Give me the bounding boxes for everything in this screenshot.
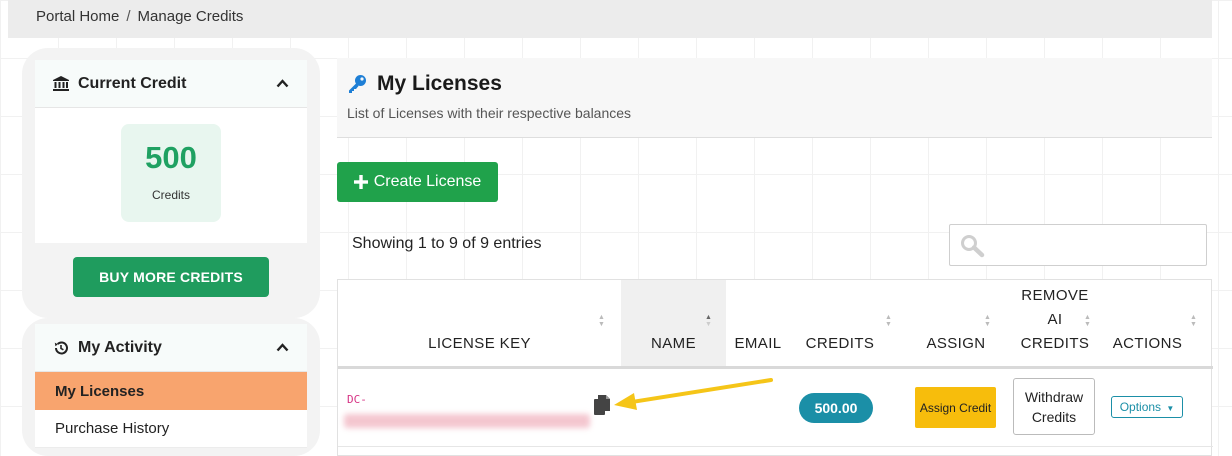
my-activity-title: My Activity xyxy=(78,338,162,356)
col-header-actions[interactable]: ACTIONS xyxy=(1102,280,1193,368)
current-credit-title: Current Credit xyxy=(78,74,187,92)
sort-icon: ▲ ▼ xyxy=(1190,314,1197,328)
chevron-up-icon[interactable] xyxy=(276,343,289,352)
withdraw-credits-button[interactable]: Withdraw Credits xyxy=(1013,378,1095,435)
buy-more-credits-button[interactable]: BUY MORE CREDITS xyxy=(73,257,269,297)
credit-balance-value: 500 xyxy=(145,140,197,175)
breadcrumb: Portal Home / Manage Credits xyxy=(8,0,1212,38)
create-license-label: Create License xyxy=(373,173,482,190)
sort-icon: ▲ ▼ xyxy=(984,314,991,328)
license-key-prefix: DC- xyxy=(347,393,367,406)
my-activity-card: My Activity My Licenses Purchase History xyxy=(22,318,320,456)
entries-info: Showing 1 to 9 of 9 entries xyxy=(352,235,542,252)
search-input[interactable] xyxy=(949,224,1207,266)
bank-icon xyxy=(53,76,69,91)
credit-balance-box: 500 Credits xyxy=(121,124,221,222)
licenses-table: LICENSE KEY ▲ ▼ NAME ▲ ▼ EMAIL CREDITS ▲ ▼ … xyxy=(337,279,1213,456)
key-icon xyxy=(347,74,367,94)
my-activity-header[interactable]: My Activity xyxy=(35,324,307,372)
sidebar-item-my-licenses[interactable]: My Licenses xyxy=(35,372,307,410)
table-header-divider xyxy=(338,366,1213,369)
history-icon xyxy=(53,340,69,356)
breadcrumb-current: Manage Credits xyxy=(137,8,244,25)
sidebar-item-purchase-history[interactable]: Purchase History xyxy=(35,410,307,448)
table-row-divider xyxy=(338,446,1213,447)
page-header: My Licenses List of Licenses with their … xyxy=(337,58,1212,138)
chevron-up-icon[interactable] xyxy=(276,79,289,88)
col-header-assign[interactable]: ASSIGN xyxy=(904,280,1008,368)
page-title: My Licenses xyxy=(377,72,502,95)
breadcrumb-separator: / xyxy=(126,8,131,25)
sort-icon: ▲ ▼ xyxy=(1084,314,1091,328)
license-key-redacted xyxy=(344,414,590,428)
assign-credit-button[interactable]: Assign Credit xyxy=(915,387,996,428)
sort-icon: ▲ ▼ xyxy=(885,314,892,328)
credit-balance-unit: Credits xyxy=(151,188,190,202)
credits-badge: 500.00 xyxy=(799,393,873,423)
current-credit-header[interactable]: Current Credit xyxy=(35,60,307,108)
copy-icon[interactable] xyxy=(594,395,610,415)
col-header-license-key[interactable]: LICENSE KEY xyxy=(338,280,621,368)
plus-icon xyxy=(353,175,368,189)
caret-down-icon: ▼ xyxy=(1166,404,1175,413)
my-activity-panel: My Activity My Licenses Purchase History xyxy=(35,324,307,448)
search-icon xyxy=(960,234,986,258)
create-license-button[interactable]: Create License xyxy=(337,162,498,202)
options-dropdown[interactable]: Options ▼ xyxy=(1111,396,1183,418)
page-subtitle: List of Licenses with their respective b… xyxy=(347,105,632,121)
sort-icon: ▲ ▼ xyxy=(598,314,605,328)
breadcrumb-home-link[interactable]: Portal Home xyxy=(36,8,119,25)
current-credit-panel: Current Credit 500 Credits xyxy=(35,60,307,243)
col-header-credits[interactable]: CREDITS xyxy=(790,280,890,368)
col-header-email[interactable]: EMAIL xyxy=(726,280,790,368)
sort-icon: ▲ ▼ xyxy=(705,314,712,328)
